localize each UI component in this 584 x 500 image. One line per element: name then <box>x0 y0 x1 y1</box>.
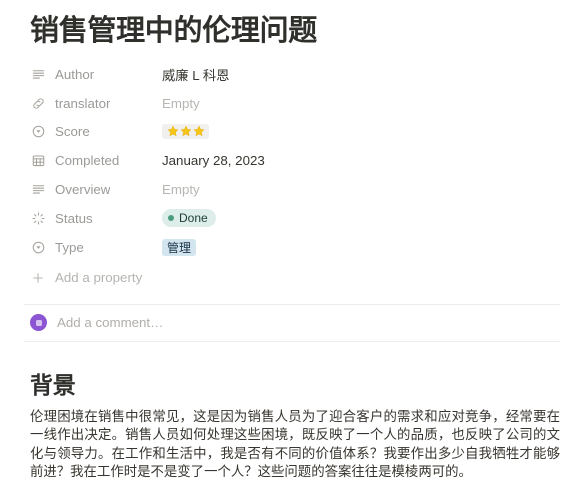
type-badge: 管理 <box>162 238 197 256</box>
property-row-author[interactable]: Author 威廉 L 科恩 <box>30 60 562 89</box>
score-stars-badge <box>162 124 209 140</box>
select-icon <box>30 124 46 140</box>
property-value-status[interactable]: Done <box>162 208 216 228</box>
property-name: Overview <box>55 182 111 198</box>
comment-composer[interactable]: Add a comment… <box>22 305 562 341</box>
avatar <box>30 314 47 332</box>
add-property-button[interactable]: Add a property <box>30 264 562 292</box>
page-title: 销售管理中的伦理问题 <box>30 15 318 47</box>
add-property-label: Add a property <box>55 270 143 286</box>
property-row-overview[interactable]: Overview Empty <box>30 175 562 204</box>
select-icon <box>30 239 46 255</box>
property-row-completed[interactable]: Completed January 28, 2023 <box>30 146 562 175</box>
property-name: Status <box>55 210 93 226</box>
property-row-type[interactable]: Type 管理 <box>30 233 562 262</box>
property-name: Author <box>55 66 95 82</box>
status-badge: Done <box>162 209 216 228</box>
property-value-type[interactable]: 管理 <box>162 237 197 257</box>
property-label-translator[interactable]: translator <box>30 95 162 111</box>
link-icon <box>30 95 46 111</box>
property-label-overview[interactable]: Overview <box>30 182 162 198</box>
property-value-author[interactable]: 威廉 L 科恩 <box>162 64 229 84</box>
property-value-overview[interactable]: Empty <box>162 180 200 200</box>
status-badge-label: Done <box>179 211 208 226</box>
property-label-score[interactable]: Score <box>30 124 162 140</box>
star-icon <box>193 125 205 137</box>
star-icon <box>180 125 192 137</box>
text-lines-icon <box>30 182 46 198</box>
property-name: Type <box>55 239 84 255</box>
calendar-icon <box>30 153 46 169</box>
property-value-completed[interactable]: January 28, 2023 <box>162 151 265 171</box>
property-row-status[interactable]: Status Done <box>30 204 562 233</box>
property-label-type[interactable]: Type <box>30 239 162 255</box>
text-lines-icon <box>30 66 46 82</box>
property-value-score[interactable] <box>162 122 209 142</box>
property-label-author[interactable]: Author <box>30 66 162 82</box>
property-name: Score <box>55 124 90 140</box>
property-label-completed[interactable]: Completed <box>30 153 162 169</box>
body-paragraph[interactable]: 伦理困境在销售中很常见，这是因为销售人员为了迎合客户的需求和应对竞争，经常要在一… <box>30 408 562 482</box>
property-value-translator[interactable]: Empty <box>162 93 200 113</box>
section-heading: 背景 <box>30 371 76 398</box>
property-row-score[interactable]: Score <box>30 118 562 147</box>
property-name: Completed <box>55 153 120 169</box>
property-name: translator <box>55 95 111 111</box>
property-list: Author 威廉 L 科恩 translator Empty Score Co… <box>22 60 562 292</box>
content-body: 背景 伦理困境在销售中很常见，这是因为销售人员为了迎合客户的需求和应对竞争，经常… <box>22 370 562 482</box>
divider-below-comment <box>24 340 560 342</box>
avatar-glyph <box>35 319 42 326</box>
status-icon <box>30 210 46 226</box>
property-label-status[interactable]: Status <box>30 210 162 226</box>
plus-icon <box>30 270 46 286</box>
status-dot-icon <box>168 215 174 222</box>
comment-input[interactable]: Add a comment… <box>57 315 163 330</box>
star-icon <box>167 125 179 137</box>
property-row-translator[interactable]: translator Empty <box>30 89 562 118</box>
note-page: 销售管理中的伦理问题 Author 威廉 L 科恩 translator Emp… <box>0 0 584 500</box>
